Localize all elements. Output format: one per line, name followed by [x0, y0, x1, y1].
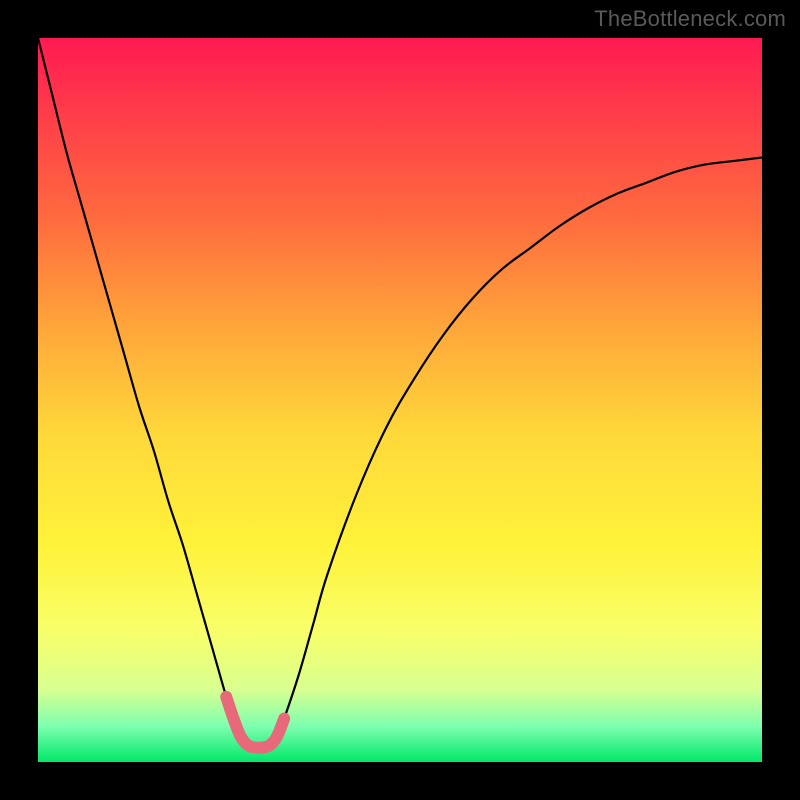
- optimal-region-highlight: [226, 697, 284, 748]
- chart-stage: TheBottleneck.com: [0, 0, 800, 800]
- watermark-text: TheBottleneck.com: [594, 6, 786, 32]
- chart-svg: [38, 38, 762, 762]
- bottleneck-curve: [38, 38, 762, 748]
